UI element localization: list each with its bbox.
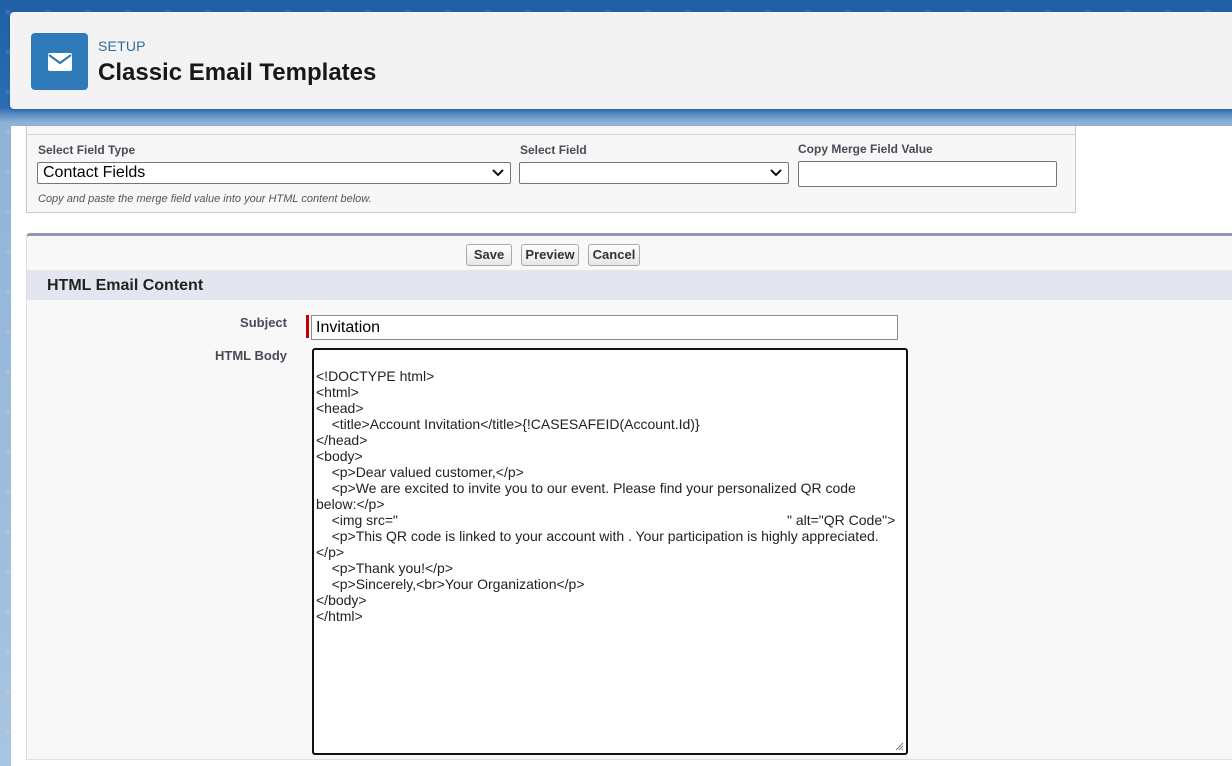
required-indicator bbox=[306, 315, 309, 338]
copy-merge-field-input[interactable] bbox=[798, 161, 1057, 187]
field-type-label: Select Field Type bbox=[38, 143, 136, 157]
html-body-label: HTML Body bbox=[215, 348, 287, 363]
select-field-dropdown[interactable] bbox=[519, 162, 789, 184]
page-header: SETUP Classic Email Templates bbox=[10, 12, 1232, 109]
field-type-select[interactable]: Contact Fields bbox=[37, 162, 511, 184]
select-field-label: Select Field bbox=[520, 143, 587, 157]
merge-field-panel: Select Field Type Contact Fields Select … bbox=[26, 126, 1076, 213]
code-line: <p>Sincerely,<br>Your Organization</p> bbox=[316, 576, 585, 592]
chevron-down-icon bbox=[492, 169, 504, 177]
code-line: <html> bbox=[316, 384, 359, 400]
code-line: </html> bbox=[316, 608, 363, 624]
copy-merge-label: Copy Merge Field Value bbox=[798, 142, 933, 156]
chevron-down-icon bbox=[770, 169, 782, 177]
save-button[interactable]: Save bbox=[466, 244, 512, 266]
field-type-value: Contact Fields bbox=[43, 164, 146, 181]
code-line: <p>Thank you!</p> bbox=[316, 560, 453, 576]
code-line: <img src=" " alt="QR Code"> bbox=[316, 512, 896, 528]
resize-grip-icon[interactable] bbox=[895, 742, 904, 751]
email-icon bbox=[31, 33, 88, 90]
merge-panel-top-strip bbox=[27, 126, 1075, 135]
html-body-textarea[interactable]: <!DOCTYPE html> <html> <head> <title>Accou… bbox=[312, 348, 908, 755]
preview-button[interactable]: Preview bbox=[521, 244, 579, 266]
header-eyebrow: SETUP bbox=[98, 38, 146, 54]
code-line: <head> bbox=[316, 400, 364, 416]
code-line: </body> bbox=[316, 592, 367, 608]
merge-help-text: Copy and paste the merge field value int… bbox=[38, 193, 372, 205]
code-line: </head> bbox=[316, 432, 368, 448]
code-line: <title>Account Invitation</title>{!CASES… bbox=[316, 416, 700, 432]
code-line: <p>This QR code is linked to your accoun… bbox=[316, 528, 879, 560]
section-title: HTML Email Content bbox=[47, 277, 204, 294]
edit-block: Save Preview Cancel HTML Email Content S… bbox=[26, 233, 1232, 760]
code-line: <body> bbox=[316, 448, 363, 464]
code-line: <!DOCTYPE html> bbox=[316, 368, 435, 384]
code-line: <p>Dear valued customer,</p> bbox=[316, 464, 524, 480]
section-header: HTML Email Content bbox=[27, 270, 1232, 300]
subject-input[interactable]: Invitation bbox=[311, 315, 898, 340]
main-content: Select Field Type Contact Fields Select … bbox=[11, 126, 1232, 766]
page-title: Classic Email Templates bbox=[98, 59, 377, 86]
code-line: <p>We are excited to invite you to our e… bbox=[316, 480, 860, 512]
subject-label: Subject bbox=[240, 315, 287, 330]
cancel-button[interactable]: Cancel bbox=[588, 244, 640, 266]
